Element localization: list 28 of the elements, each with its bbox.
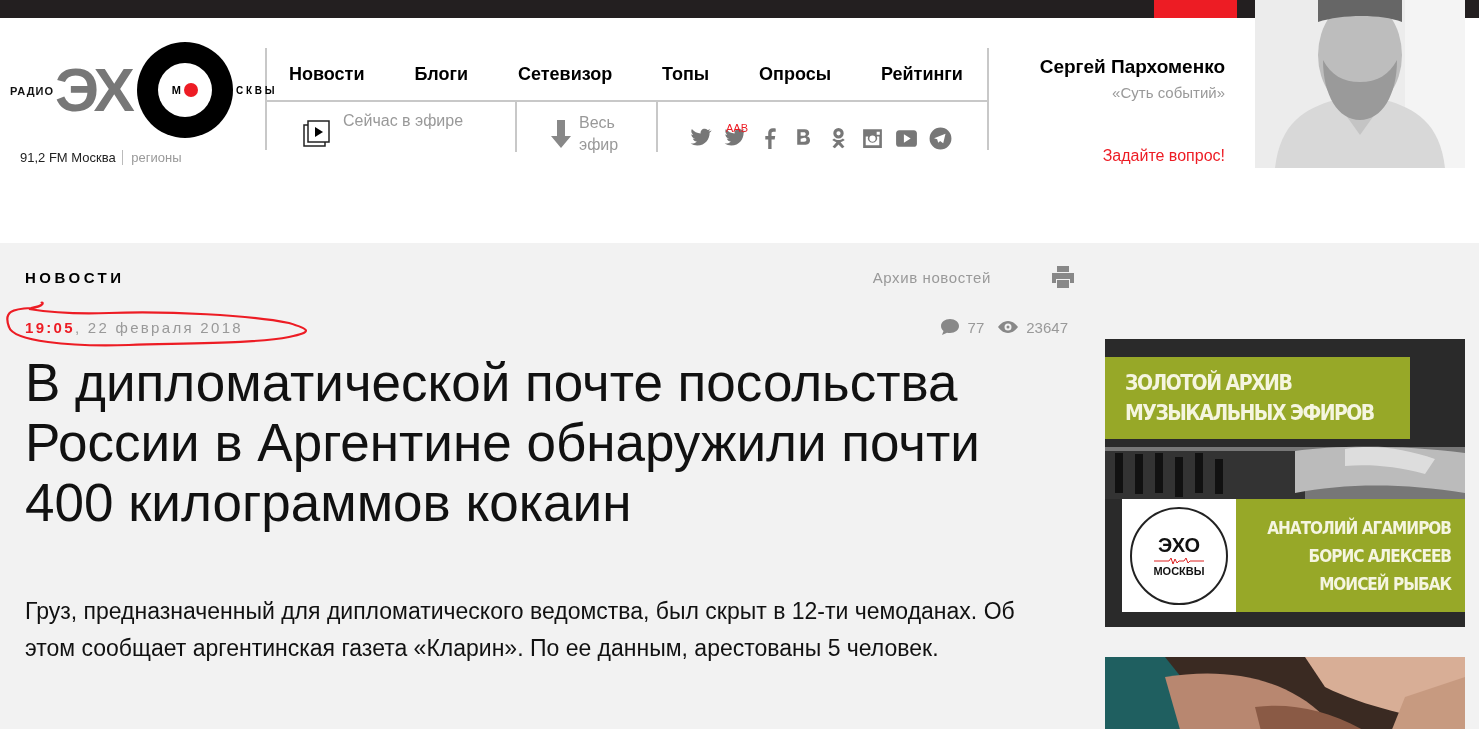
aab-label: AAB bbox=[726, 122, 748, 134]
comment-count: 77 bbox=[967, 318, 985, 336]
section-title: НОВОСТИ bbox=[25, 268, 126, 286]
nav-link[interactable]: Топы bbox=[662, 63, 710, 85]
nav-link[interactable]: Блоги bbox=[414, 63, 469, 85]
frequency-link[interactable]: 91,2 FM Москва bbox=[20, 150, 116, 165]
nav-link[interactable]: Сетевизор bbox=[517, 63, 613, 85]
ask-question-link[interactable]: Задайте вопрос! bbox=[1102, 147, 1225, 165]
view-count: 23647 bbox=[1026, 318, 1068, 336]
show-title: «Суть событий» bbox=[1112, 84, 1225, 101]
host-name-link[interactable]: Сергей Пархоменко bbox=[1039, 56, 1225, 78]
banner-name: БОРИС АЛЕКСЕЕВ bbox=[1308, 544, 1451, 567]
logo-text: С К В Ы bbox=[235, 84, 275, 96]
banner-name: МОИСЕЙ РЫБАК bbox=[1319, 572, 1451, 595]
banner-name: АНАТОЛИЙ АГАМИРОВ bbox=[1267, 516, 1451, 539]
banner-logo-text: МОСКВЫ bbox=[1153, 565, 1205, 577]
logo-text: РАДИО bbox=[10, 85, 55, 97]
logo-text: ЭХ bbox=[55, 59, 131, 121]
banner-headline: ЗОЛОТОЙ АРХИВ bbox=[1125, 369, 1293, 397]
banner-headline: МУЗЫКАЛЬНЫХ ЭФИРОВ bbox=[1125, 400, 1375, 427]
publication-date: 19:05, 22 февраля 2018 bbox=[25, 318, 244, 336]
nav-link[interactable]: Опросы bbox=[759, 63, 832, 85]
banner-logo-text: ЭХО bbox=[1157, 534, 1201, 557]
article-lead: Груз, предназначенный для дипломатического ведомства, был скрыт в 12-ти чемоданах. Об этом сообщает аргентинская газета «Кларин». По ее данным, арестованы 5 человек. bbox=[25, 597, 1015, 663]
logo-text: М bbox=[171, 84, 182, 96]
nav-link[interactable]: Рейтинги bbox=[881, 63, 963, 85]
nav-link[interactable]: Новости bbox=[289, 63, 365, 85]
article-headline: В дипломатической почте посольства России в Аргентине обнаружили почти 400 килограммов кокаин bbox=[25, 353, 981, 533]
